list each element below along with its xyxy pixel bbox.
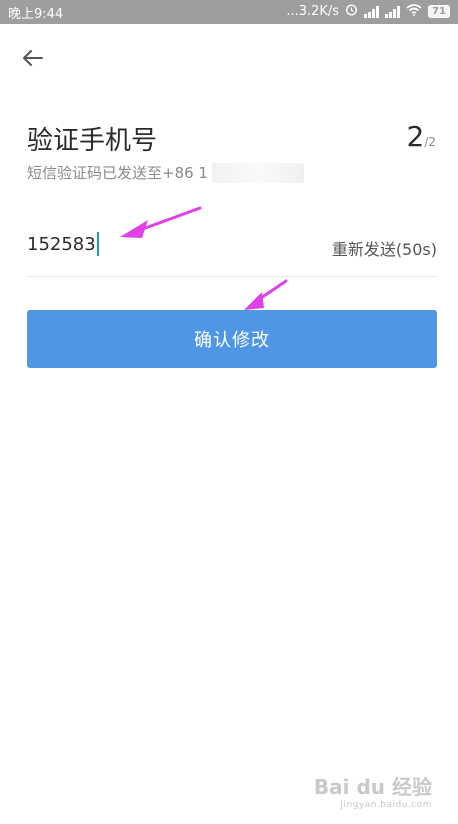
verification-code-input[interactable]: 152583 [27,232,99,256]
step-indicator: 2/2 [406,120,436,153]
battery-icon: 71 [428,5,450,18]
step-current: 2 [406,120,425,153]
sms-sent-text: 短信验证码已发送至+86 1 [27,164,208,182]
alarm-icon [345,3,358,20]
verification-code-row: 152583 重新发送(50s) [27,226,437,277]
watermark-url: jingyan.baidu.com [340,800,432,810]
sms-sent-notice: 短信验证码已发送至+86 1 [27,162,304,183]
annotation-arrow-icon [244,279,288,310]
page-title: 验证手机号 [27,126,158,156]
status-time: 晚上9:44 [8,7,64,22]
masked-phone-number [211,162,304,183]
network-speed: ...3.2K/s [286,4,340,19]
status-right-group: ...3.2K/s 71 [286,3,450,20]
resend-button[interactable]: 重新发送(50s) [332,236,437,260]
wifi-icon [406,3,422,20]
baidu-watermark: Bai du 经验 jingyan.baidu.com [314,771,432,810]
text-caret [96,232,99,256]
back-arrow-icon[interactable] [18,44,48,74]
status-bar: 晚上9:44 ...3.2K/s 71 [0,0,458,24]
watermark-brand: Bai du 经验 [313,775,432,799]
signal-icon [385,5,401,18]
step-total: /2 [424,135,436,149]
confirm-modify-button[interactable]: 确认修改 [27,310,437,368]
signal-icon [364,5,380,18]
verification-code-value: 152583 [27,233,96,255]
